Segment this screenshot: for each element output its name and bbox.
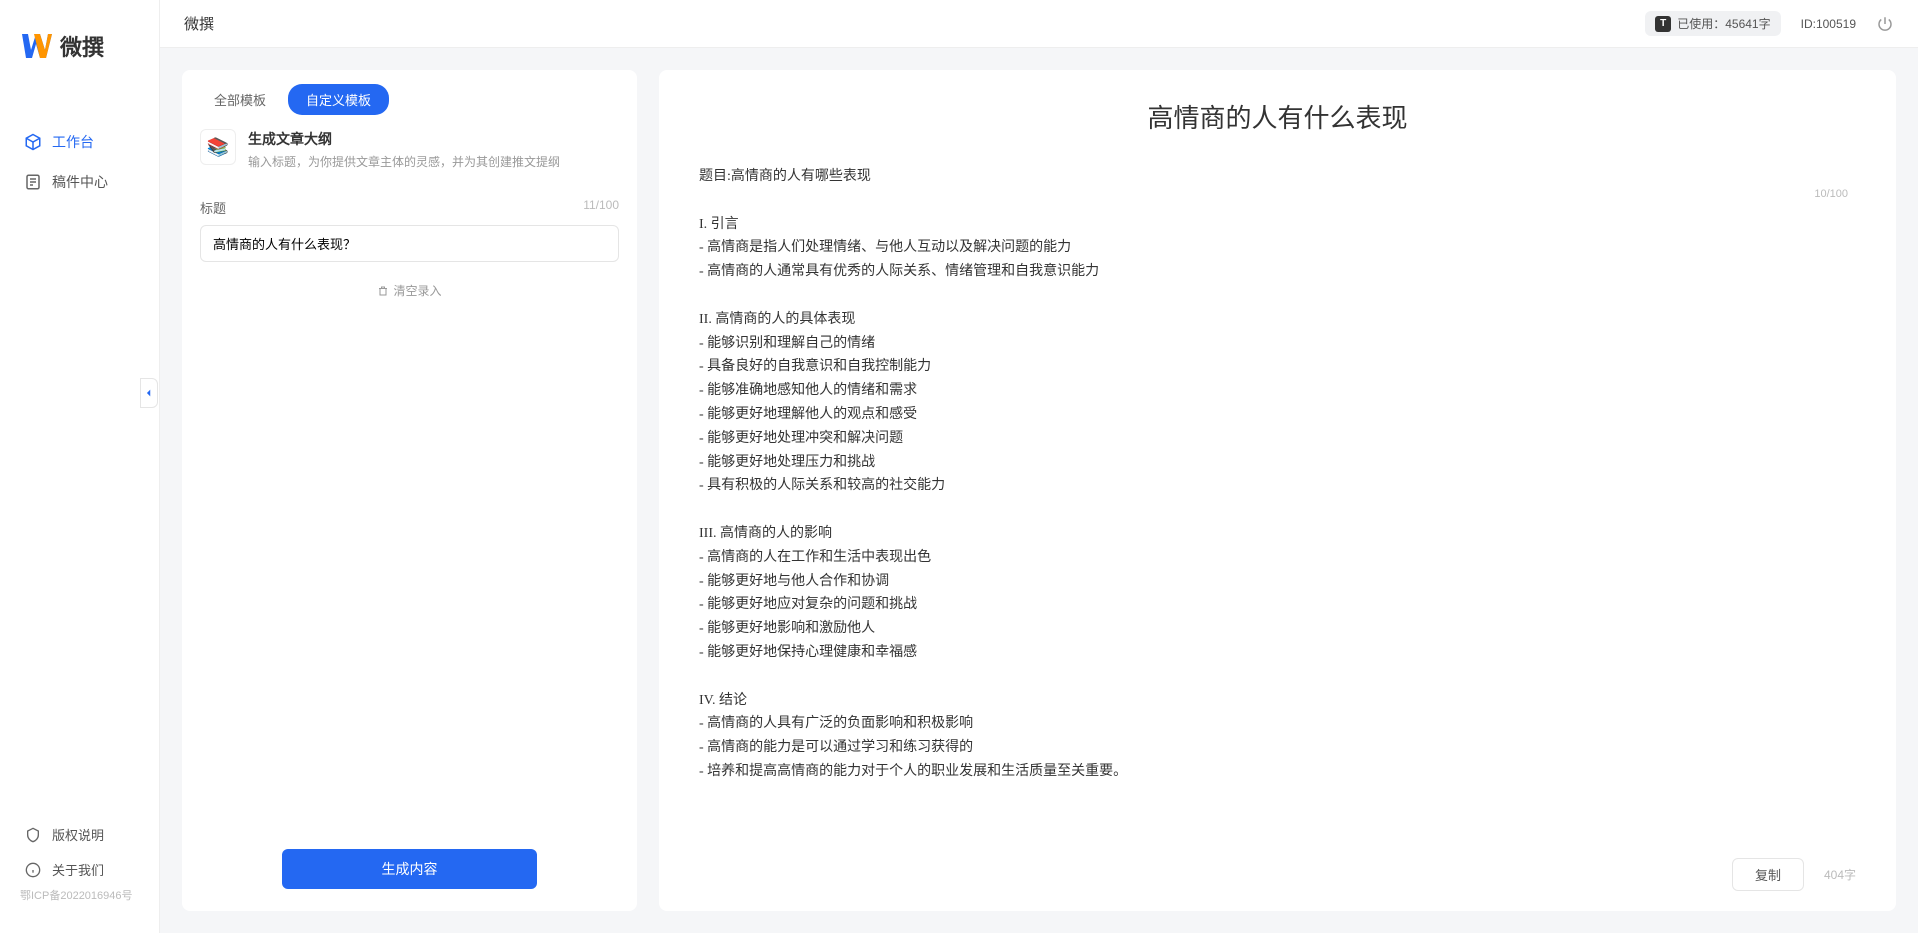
chevron-left-icon <box>144 388 154 398</box>
nav-copyright[interactable]: 版权说明 <box>0 817 159 852</box>
usage-chip: T 已使用：45641字 <box>1645 11 1780 36</box>
topbar: 微撰 T 已使用：45641字 ID:100519 <box>160 0 1918 48</box>
cube-icon <box>24 133 42 151</box>
nav-label: 工作台 <box>52 132 94 152</box>
main-nav: 工作台 稿件中心 <box>0 82 159 817</box>
logo: 微撰 <box>0 0 159 82</box>
clear-button[interactable]: 清空录入 <box>377 282 441 299</box>
nav-label: 稿件中心 <box>52 172 108 192</box>
template-desc: 输入标题，为你提供文章主体的灵感，并为其创建推文提纲 <box>248 153 560 170</box>
output-panel: 高情商的人有什么表现 10/100 题目:高情商的人有哪些表现 I. 引言 - … <box>659 70 1896 911</box>
info-icon <box>24 861 42 879</box>
icp-text: 鄂ICP备2022016946号 <box>0 887 159 913</box>
output-title: 高情商的人有什么表现 <box>659 70 1896 141</box>
title-input[interactable] <box>200 225 619 262</box>
document-icon <box>24 173 42 191</box>
copy-button[interactable]: 复制 <box>1732 858 1804 891</box>
field-label: 标题 <box>200 198 226 217</box>
field-counter: 11/100 <box>583 198 619 217</box>
text-count-icon: T <box>1655 16 1671 32</box>
output-title-counter: 10/100 <box>1814 188 1848 200</box>
usage-text: 已使用：45641字 <box>1677 15 1770 32</box>
word-count: 404字 <box>1824 866 1856 883</box>
power-icon[interactable] <box>1876 15 1894 33</box>
template-title: 生成文章大纲 <box>248 129 560 149</box>
bottom-nav: 版权说明 关于我们 鄂ICP备2022016946号 <box>0 817 159 933</box>
nav-label: 版权说明 <box>52 825 104 844</box>
nav-about[interactable]: 关于我们 <box>0 852 159 887</box>
shield-icon <box>24 826 42 844</box>
page-title: 微撰 <box>184 13 214 34</box>
sidebar: 微撰 工作台 稿件中心 版权说明 <box>0 0 160 933</box>
tab-custom-templates[interactable]: 自定义模板 <box>288 84 389 115</box>
nav-drafts[interactable]: 稿件中心 <box>0 162 159 202</box>
books-icon: 📚 <box>200 129 236 165</box>
clear-label: 清空录入 <box>393 282 441 299</box>
template-card: 📚 生成文章大纲 输入标题，为你提供文章主体的灵感，并为其创建推文提纲 <box>182 115 637 180</box>
nav-label: 关于我们 <box>52 860 104 879</box>
sidebar-collapse-button[interactable] <box>140 378 158 408</box>
output-body[interactable]: 题目:高情商的人有哪些表现 I. 引言 - 高情商是指人们处理情绪、与他人互动以… <box>659 141 1896 844</box>
logo-icon <box>20 30 52 62</box>
template-tabs: 全部模板 自定义模板 <box>182 70 637 115</box>
tab-all-templates[interactable]: 全部模板 <box>196 84 284 115</box>
nav-workbench[interactable]: 工作台 <box>0 122 159 162</box>
user-id: ID:100519 <box>1801 17 1856 31</box>
input-panel: 全部模板 自定义模板 📚 生成文章大纲 输入标题，为你提供文章主体的灵感，并为其… <box>182 70 637 911</box>
generate-button[interactable]: 生成内容 <box>282 849 537 889</box>
brand-text: 微撰 <box>60 30 104 62</box>
trash-icon <box>377 285 389 297</box>
